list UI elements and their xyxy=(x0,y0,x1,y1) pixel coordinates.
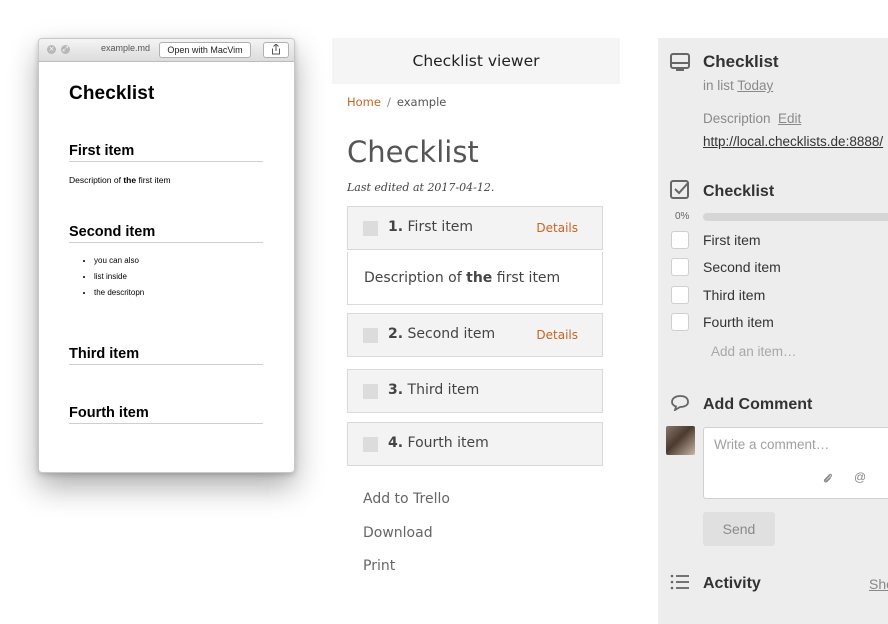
checklist-item-label[interactable]: Second item xyxy=(703,259,781,275)
breadcrumb: Home / example xyxy=(347,95,446,109)
checklist-item-checkbox[interactable] xyxy=(671,231,689,249)
doc-heading-first: First item xyxy=(69,143,263,162)
checklist-item[interactable]: 3. Third item xyxy=(347,369,603,413)
checklist-viewer: Checklist viewer Home / example Checklist … xyxy=(332,38,620,624)
in-list-prefix: in list xyxy=(703,78,738,93)
description-label: Description xyxy=(703,111,771,126)
doc-heading-second: Second item xyxy=(69,224,263,243)
doc-bullet: the descritopn xyxy=(94,285,263,301)
show-details-link[interactable]: Show Details xyxy=(869,576,888,592)
add-item-placeholder[interactable]: Add an item… xyxy=(711,344,797,359)
send-button[interactable]: Send xyxy=(703,512,775,546)
quicklook-titlebar: × ⤢ example.md Open with MacVim xyxy=(39,39,294,62)
checkbox[interactable] xyxy=(363,437,378,452)
share-icon[interactable] xyxy=(263,42,289,58)
checklist-item-checkbox[interactable] xyxy=(671,286,689,304)
checkbox[interactable] xyxy=(363,328,378,343)
download-link[interactable]: Download xyxy=(363,525,433,541)
checklist-title: Checklist xyxy=(703,183,775,200)
close-icon[interactable]: × xyxy=(47,45,56,54)
doc-first-description: Description of the first item xyxy=(69,175,263,185)
checklist-icon xyxy=(670,180,690,205)
checklist-item-checkbox[interactable] xyxy=(671,258,689,276)
item-label: 3. Third item xyxy=(388,382,479,398)
item-number: 1. xyxy=(388,219,404,235)
add-comment-title: Add Comment xyxy=(703,396,813,413)
print-link[interactable]: Print xyxy=(363,558,395,574)
checklist-item-checkbox[interactable] xyxy=(671,313,689,331)
edit-description-link[interactable]: Edit xyxy=(778,111,801,126)
item-label: 4. Fourth item xyxy=(388,435,489,451)
comment-icon xyxy=(670,395,690,416)
last-edited: Last edited at 2017-04-12. xyxy=(347,181,495,194)
item-text: Second item xyxy=(407,326,496,342)
activity-title: Activity xyxy=(703,575,761,592)
checklist-progress-bar xyxy=(703,213,888,221)
item-text: Third item xyxy=(407,382,480,398)
checklist-item-label[interactable]: Third item xyxy=(703,287,765,303)
add-to-trello-link[interactable]: Add to Trello xyxy=(363,491,450,507)
details-link[interactable]: Details xyxy=(536,221,578,235)
item-number: 2. xyxy=(388,326,404,342)
checklist-progress-text: 0% xyxy=(675,211,690,222)
details-link[interactable]: Details xyxy=(536,328,578,342)
breadcrumb-separator: / xyxy=(386,95,391,109)
doc-title: Checklist xyxy=(69,83,155,104)
card-title[interactable]: Checklist xyxy=(703,52,779,72)
avatar[interactable] xyxy=(666,426,695,455)
doc-bullet: you can also xyxy=(94,253,263,269)
trello-card-panel: Checklist in list Today Description Edit… xyxy=(658,38,888,624)
desc-text: Description of xyxy=(364,270,467,286)
checklist-item[interactable]: 1. First item Details xyxy=(347,206,603,250)
viewer-header: Checklist viewer xyxy=(332,38,620,84)
desc-text: first item xyxy=(492,270,561,286)
checkbox[interactable] xyxy=(363,384,378,399)
breadcrumb-home-link[interactable]: Home xyxy=(347,95,381,109)
file-name: example.md xyxy=(101,43,151,53)
desc-bold: the xyxy=(123,175,137,185)
desc-text: Description of xyxy=(69,175,124,185)
in-list: in list Today xyxy=(703,78,773,93)
item-text: Fourth item xyxy=(407,435,489,451)
desc-bold: the xyxy=(466,270,493,286)
comment-input[interactable]: Write a comment… @ xyxy=(703,427,888,499)
checklist-item[interactable]: 4. Fourth item xyxy=(347,422,603,466)
description-url-link[interactable]: http://local.checklists.de:8888/ xyxy=(703,134,883,149)
card-icon xyxy=(670,53,690,76)
attachment-icon[interactable] xyxy=(822,472,834,487)
item-label: 2. Second item xyxy=(388,326,495,342)
doc-heading-third: Third item xyxy=(69,346,263,365)
doc-bullet-list: you can also list inside the descritopn xyxy=(69,253,263,301)
checkbox[interactable] xyxy=(363,221,378,236)
doc-bullet: list inside xyxy=(94,269,263,285)
checklist-item[interactable]: 2. Second item Details xyxy=(347,313,603,357)
item-description: Description of the first item xyxy=(347,252,603,305)
mention-icon[interactable]: @ xyxy=(854,470,866,484)
list-name-link[interactable]: Today xyxy=(737,78,773,93)
page-title: Checklist xyxy=(347,135,479,169)
quicklook-window: × ⤢ example.md Open with MacVim Checklis… xyxy=(38,38,295,473)
checklist-item-label[interactable]: Fourth item xyxy=(703,314,774,330)
activity-icon xyxy=(670,574,690,595)
desc-text: first item xyxy=(136,175,171,185)
item-text: First item xyxy=(407,219,474,235)
item-number: 4. xyxy=(388,435,404,451)
checklist-item-label[interactable]: First item xyxy=(703,232,761,248)
doc-heading-fourth: Fourth item xyxy=(69,405,263,424)
item-label: 1. First item xyxy=(388,219,473,235)
open-with-macvim-button[interactable]: Open with MacVim xyxy=(159,42,251,58)
breadcrumb-current: example xyxy=(396,95,447,109)
description-row: Description Edit xyxy=(703,111,801,126)
markdown-preview: Checklist First item Description of the … xyxy=(69,83,263,424)
comment-placeholder: Write a comment… xyxy=(714,437,830,452)
item-number: 3. xyxy=(388,382,404,398)
fullscreen-icon[interactable]: ⤢ xyxy=(61,45,70,54)
